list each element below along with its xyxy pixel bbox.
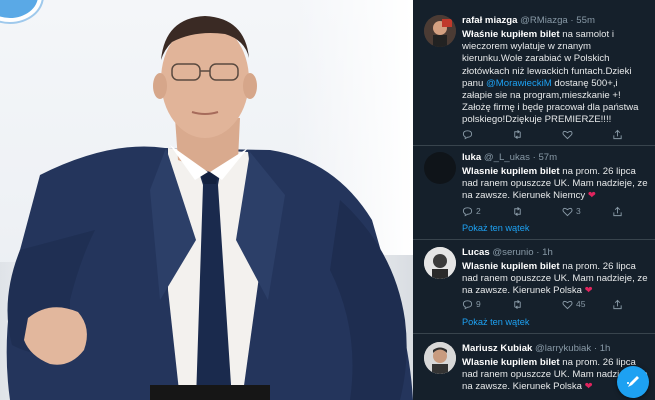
tweet-header: luka @_L_ukas · 57m [462,152,557,163]
red-heart-emoji: ❤ [584,285,593,297]
compose-tweet-button[interactable] [617,366,649,398]
tweet-serunio[interactable]: Lucas @serunio · 1h Wlasnie kupilem bile… [413,240,655,334]
tweet-actions: 9 45 [462,298,642,310]
tweet-time[interactable]: 55m [576,15,595,26]
like-count: 45 [576,299,586,309]
heart-icon [562,207,573,216]
like-button[interactable]: 3 [562,205,581,217]
mention-link[interactable]: @MorawieckiM [486,78,552,89]
share-button[interactable] [612,298,623,310]
reply-button[interactable]: 2 [462,205,481,217]
author-handle[interactable]: @serunio [492,247,533,258]
show-thread-link[interactable]: Pokaż ten wątek [462,317,529,327]
reply-icon [462,129,473,139]
retweet-button[interactable] [512,298,526,310]
red-heart-emoji: ❤ [584,381,593,393]
tweet-time[interactable]: 1h [542,247,553,258]
tweet-time[interactable]: 1h [600,343,611,354]
twitter-feed[interactable]: rafał miazga @RMiazga · 55m Właśnie kupi… [413,0,655,400]
man-in-suit-illustration [6,16,413,400]
tweet-text: Wlasnie kupilem bilet na prom. 26 lipca … [462,261,648,298]
share-button[interactable] [612,128,623,140]
retweet-button[interactable] [512,205,526,217]
avatar[interactable] [424,342,456,374]
share-icon [613,129,622,139]
avatar[interactable] [424,152,456,184]
tweet-bold-text: Wlasnie kupilem bilet [462,261,560,272]
reply-count: 9 [476,299,481,309]
avatar[interactable] [424,15,456,47]
separator: · [570,15,574,26]
tweet-header: rafał miazga @RMiazga · 55m [462,15,595,26]
show-thread-link[interactable]: Pokaż ten wątek [462,223,529,233]
author-handle[interactable]: @RMiazga [520,15,568,26]
share-icon [613,299,622,309]
tweet-bold-text: Wlasnie kupilem bilet [462,166,560,177]
retweet-icon [514,129,521,139]
tweet-actions [462,128,642,140]
reply-icon [462,299,473,309]
share-button[interactable] [612,205,623,217]
tweet-bold-text: Wlasnie kupilem bilet [462,357,560,368]
like-button[interactable]: 45 [562,298,585,310]
separator: · [593,343,598,354]
tweet-header: Mariusz Kubiak @larrykubiak · 1h [462,343,610,354]
author-name[interactable]: Lucas [462,247,490,258]
tweet-actions: 2 3 [462,205,642,217]
like-button[interactable] [562,128,576,140]
author-handle[interactable]: @larrykubiak [535,343,591,354]
heart-icon [562,130,573,139]
photo-man-seated [0,0,413,400]
tweet-bold-text: Właśnie kupiłem bilet [462,29,560,40]
author-name[interactable]: rafał miazga [462,15,517,26]
retweet-button[interactable] [512,128,526,140]
reply-button[interactable]: 9 [462,298,481,310]
author-name[interactable]: Mariusz Kubiak [462,343,532,354]
author-handle[interactable]: @_L_ukas [484,152,530,163]
tweet-text: Właśnie kupiłem bilet na samolot i wiecz… [462,29,648,127]
reply-button[interactable] [462,128,473,140]
reply-count: 2 [476,206,481,216]
tweet-text: Wlasnie kupilem bilet na prom. 26 lipca … [462,166,648,203]
tweet-time[interactable]: 57m [538,152,557,163]
red-heart-emoji: ❤ [587,190,596,202]
heart-icon [562,300,573,309]
retweet-icon [514,299,521,309]
separator: · [536,247,540,258]
separator: · [532,152,536,163]
retweet-icon [514,206,521,216]
avatar[interactable] [424,247,456,279]
share-icon [613,206,622,216]
reply-icon [462,206,473,216]
tweet-l-ukas[interactable]: luka @_L_ukas · 57m Wlasnie kupilem bile… [413,146,655,240]
tweet-header: Lucas @serunio · 1h [462,247,553,258]
author-name[interactable]: luka [462,152,481,163]
like-count: 3 [576,206,581,216]
compose-icon [627,376,639,387]
tweet-rmiazga[interactable]: rafał miazga @RMiazga · 55m Właśnie kupi… [413,0,655,146]
